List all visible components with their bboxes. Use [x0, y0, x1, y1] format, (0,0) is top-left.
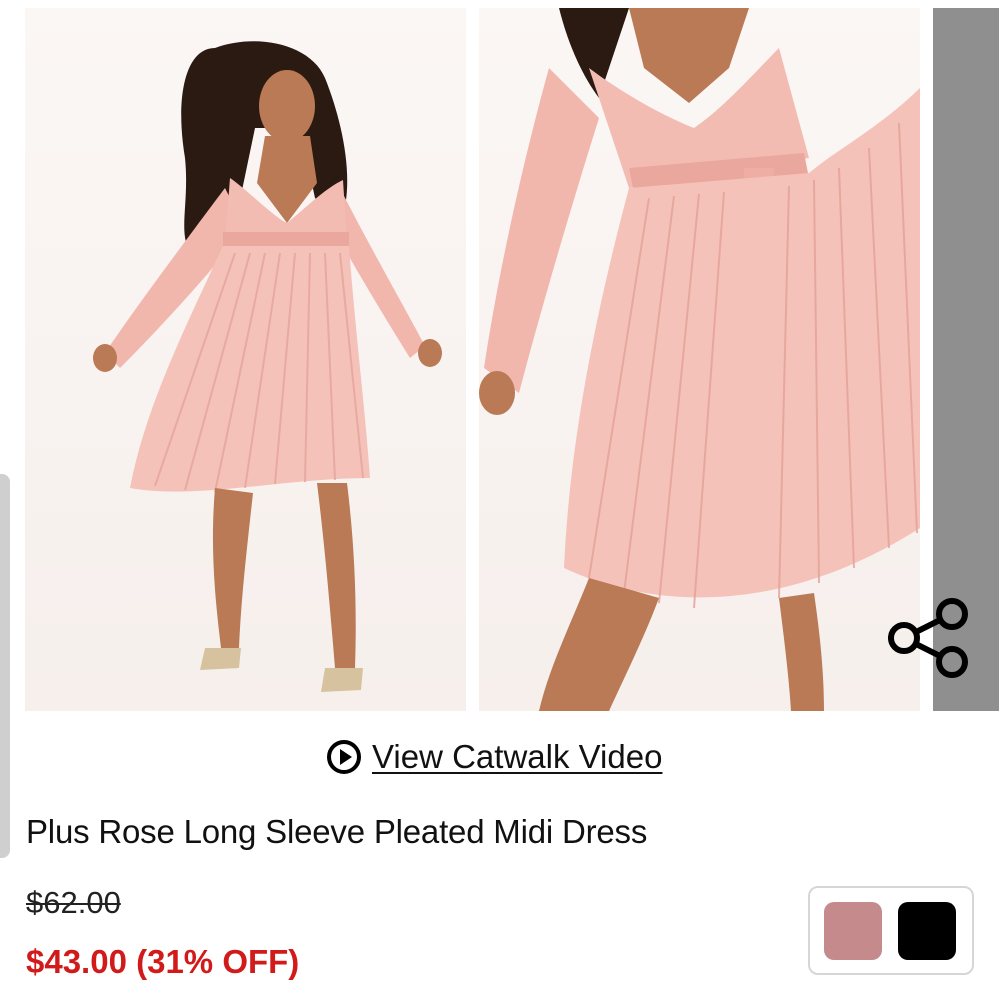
original-price: $62.00 [26, 885, 121, 920]
product-title: Plus Rose Long Sleeve Pleated Midi Dress [26, 813, 648, 850]
discount-label: (31% OFF) [136, 943, 300, 980]
share-icon [888, 598, 968, 678]
color-swatch-rose[interactable] [824, 901, 882, 960]
side-drawer-handle[interactable] [0, 474, 10, 858]
product-photo-detail [479, 8, 920, 711]
product-image-1[interactable] [25, 8, 466, 711]
sale-price-row: $43.00 (31% OFF) [26, 943, 299, 981]
product-image-2[interactable] [479, 8, 920, 711]
view-catwalk-video-link[interactable]: View Catwalk Video [326, 735, 662, 779]
share-button[interactable] [886, 596, 972, 680]
color-swatch-black[interactable] [898, 901, 956, 960]
color-swatch-picker [808, 886, 974, 975]
product-gallery[interactable] [0, 0, 999, 712]
product-photo-front [93, 41, 442, 692]
sale-price: $43.00 [26, 943, 127, 980]
play-circle-icon [327, 740, 361, 774]
video-link-label: View Catwalk Video [372, 738, 663, 775]
